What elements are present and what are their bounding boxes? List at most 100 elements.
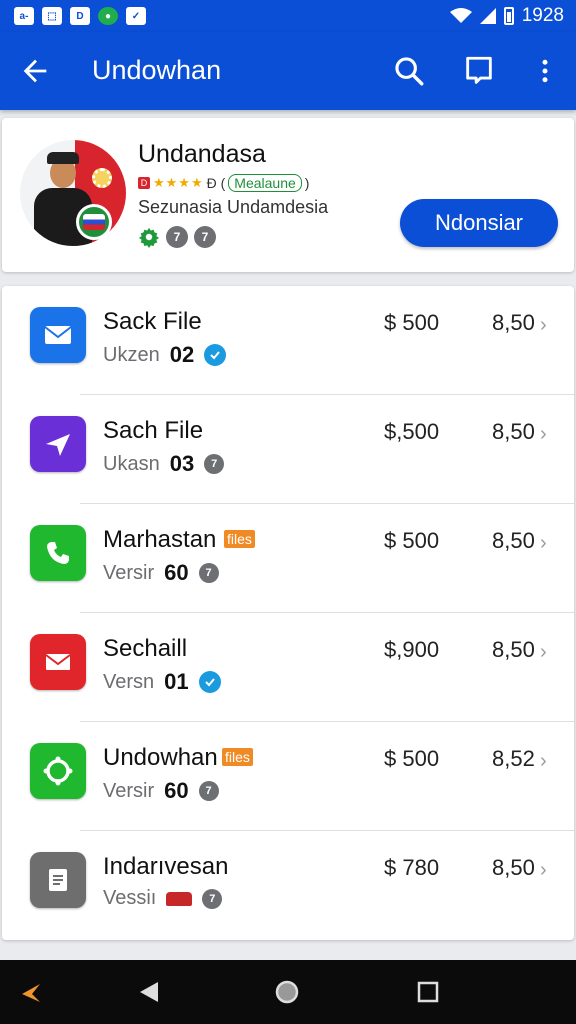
message-icon[interactable] — [462, 54, 496, 88]
verified-icon — [204, 344, 227, 366]
status-time: 1928 — [521, 5, 564, 26]
chevron-right-icon: › — [540, 314, 547, 336]
version-label: Ukzen — [103, 343, 160, 366]
mail-icon — [30, 307, 86, 363]
chevron-right-icon: › — [540, 750, 547, 772]
avatar-person-hat — [47, 152, 79, 164]
list-item[interactable]: Indarıvesan Vessiı 7 $ 780 8,50 › — [2, 831, 574, 940]
item-secondary-price: 8,50 — [492, 528, 535, 553]
item-secondary-price: 8,50 — [492, 637, 535, 662]
files-tag: files — [224, 530, 255, 548]
verified-icon — [198, 671, 221, 693]
system-nav-bar — [0, 960, 576, 1024]
more-vert-icon[interactable] — [530, 54, 560, 88]
item-price: $,500 — [384, 419, 440, 444]
document-icon — [30, 852, 86, 908]
profile-name: Undandasa — [138, 140, 266, 168]
shield-icon: ✓ — [126, 7, 146, 25]
item-name: Indarıvesan — [103, 853, 229, 880]
count-badge: 7 — [194, 226, 216, 248]
chevron-right-icon: › — [540, 423, 547, 445]
rating-suffix: Ɖ ( — [206, 175, 226, 191]
version-number: 60 — [164, 560, 189, 585]
list-item[interactable]: Sack File Ukzen 02 $ 500 8,50 › — [2, 286, 574, 395]
battery-icon — [503, 7, 514, 25]
item-name: Marhastan — [103, 526, 217, 553]
list-item[interactable]: Sechaill Versn 01 $,900 8,50 › — [2, 613, 574, 722]
version-number: 03 — [169, 451, 195, 476]
recents-square-icon[interactable] — [414, 978, 442, 1006]
profile-card: Undandasa D ★★★★ Ɖ ( Mealaune ) Sezunasi… — [2, 118, 574, 272]
rating-close: ) — [304, 175, 310, 191]
profile-tag: Mealaune — [228, 174, 302, 192]
arrow-left-icon[interactable] — [18, 54, 52, 88]
info-badge-icon: 7 — [204, 454, 225, 474]
settings-icon — [30, 743, 86, 799]
search-icon[interactable] — [392, 54, 426, 88]
item-version: Versn 01 — [103, 669, 221, 695]
info-badge-icon: 7 — [198, 563, 219, 583]
profile-action-button[interactable]: Ndonsiar — [400, 199, 558, 247]
item-name: Sach File — [103, 417, 204, 444]
version-number: 60 — [164, 778, 189, 803]
item-version: Ukzen 02 — [103, 342, 227, 368]
status-system-icons: 1928 — [449, 5, 564, 27]
app-list: Sack File Ukzen 02 $ 500 8,50 › Sach Fil… — [2, 286, 574, 940]
phone-icon — [30, 525, 86, 581]
flag-icon — [83, 214, 105, 230]
list-item[interactable]: Sach File Ukasn 03 7 $,500 8,50 › — [2, 395, 574, 504]
app-launcher-icon[interactable] — [18, 978, 46, 1006]
item-version: Vessiı 7 — [103, 887, 223, 910]
item-price: $ 500 — [384, 746, 440, 771]
item-price: $ 780 — [384, 855, 440, 880]
list-item[interactable]: Marhastan files Versir 60 7 $ 500 8,50 › — [2, 504, 574, 613]
item-name: Undowhan — [103, 744, 218, 771]
profile-rating: D ★★★★ Ɖ ( Mealaune ) — [138, 174, 309, 192]
car-icon — [166, 891, 193, 906]
item-version: Versir 60 7 — [103, 778, 219, 804]
image-icon: ⬚ — [42, 7, 62, 25]
profile-subtitle: Sezunasia Undamdesia — [138, 197, 329, 217]
version-label: Versir — [103, 779, 155, 802]
home-circle-icon[interactable] — [273, 978, 301, 1006]
version-label: Versn — [103, 670, 155, 693]
gear-icon — [138, 227, 160, 248]
flag-badge-icon — [76, 204, 112, 240]
mail-icon: a- — [14, 7, 34, 25]
version-number: 02 — [169, 342, 195, 367]
version-label: Versir — [103, 561, 155, 584]
count-badge: 7 — [166, 226, 188, 248]
info-badge-icon: 7 — [202, 888, 223, 909]
avatar[interactable] — [20, 140, 126, 246]
signal-icon — [479, 8, 496, 24]
item-name: Sack File — [103, 308, 202, 335]
chevron-right-icon: › — [540, 532, 547, 554]
whatsapp-icon: ● — [98, 7, 118, 25]
item-price: $ 500 — [384, 528, 440, 553]
chevron-right-icon: › — [540, 859, 547, 881]
status-bar: a- ⬚ D ● ✓ 1928 — [0, 0, 576, 32]
item-price: $ 500 — [384, 310, 440, 335]
version-label: Ukasn — [103, 452, 160, 475]
item-secondary-price: 8,50 — [492, 855, 535, 880]
files-tag: files — [222, 748, 253, 766]
status-notification-icons: a- ⬚ D ● ✓ — [14, 7, 146, 25]
b-app-icon: D — [70, 7, 90, 25]
version-number: 01 — [164, 669, 189, 694]
flower-icon — [92, 168, 112, 188]
back-triangle-icon[interactable] — [136, 978, 164, 1006]
star-rating-icon: ★★★★ — [153, 175, 204, 190]
rating-badge: D — [138, 177, 150, 189]
info-badge-icon: 7 — [198, 781, 219, 801]
item-secondary-price: 8,50 — [492, 310, 535, 335]
item-price: $,900 — [384, 637, 440, 662]
list-item[interactable]: Undowhan files Versir 60 7 $ 500 8,52 › — [2, 722, 574, 831]
send-icon — [30, 416, 86, 472]
app-bar: Undowhan — [0, 32, 576, 110]
app-bar-title: Undowhan — [92, 55, 222, 85]
envelope-icon — [30, 634, 86, 690]
item-secondary-price: 8,52 — [492, 746, 535, 771]
profile-badges: 7 7 — [138, 226, 216, 248]
version-label: Vessiı — [103, 887, 157, 909]
wifi-icon — [449, 8, 472, 23]
